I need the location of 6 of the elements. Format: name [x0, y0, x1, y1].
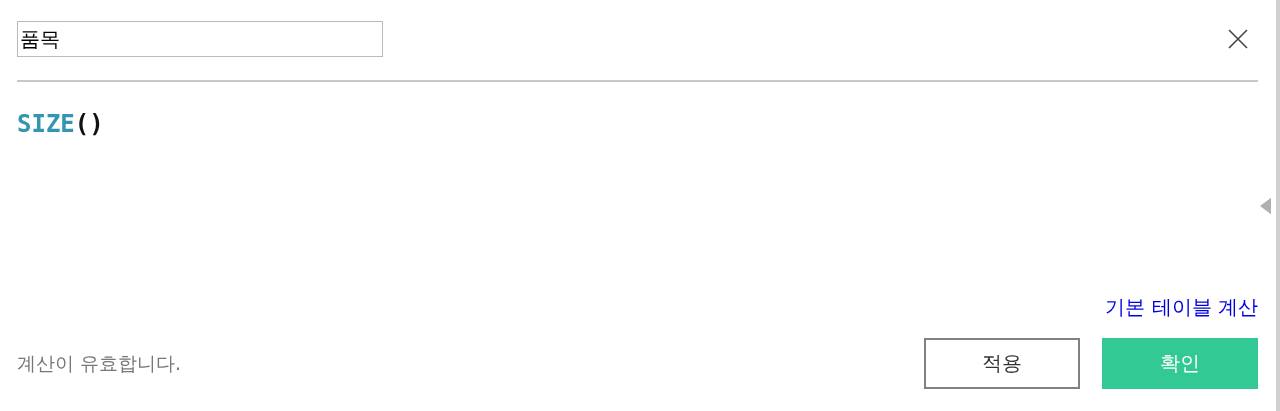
close-icon[interactable] — [1228, 29, 1248, 49]
status-message: 계산이 유효합니다. — [17, 350, 182, 376]
default-table-calculation-link[interactable]: 기본 테이블 계산 — [1105, 294, 1258, 321]
name-field[interactable]: 품목 — [17, 21, 383, 57]
formula-text[interactable]: SIZE() — [17, 110, 1258, 138]
apply-button[interactable]: 적용 — [924, 338, 1080, 389]
